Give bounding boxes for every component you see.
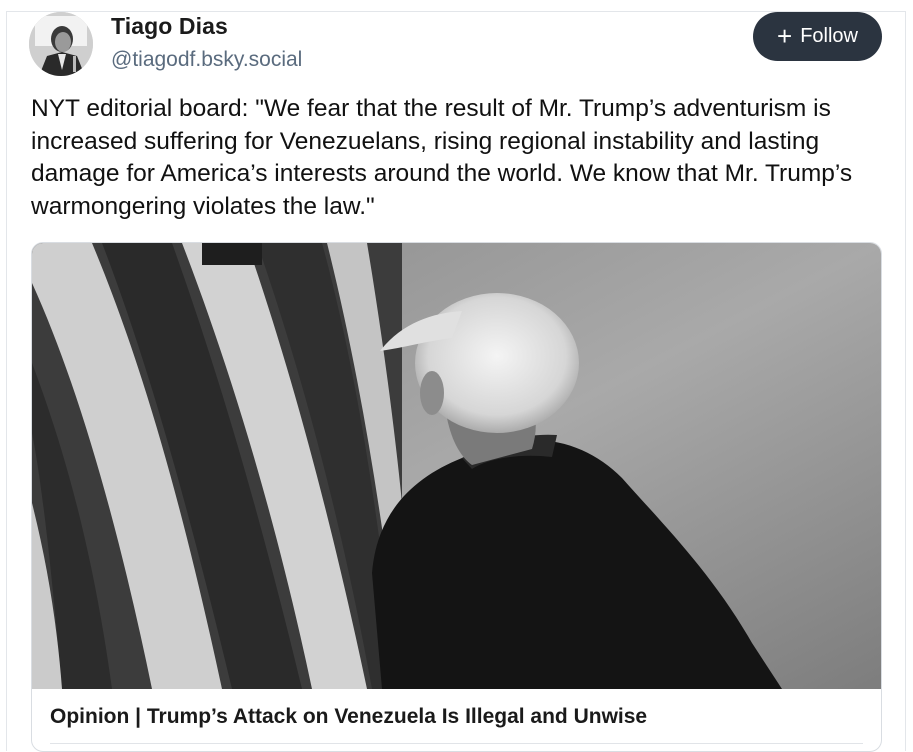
- link-embed-card[interactable]: Opinion | Trump’s Attack on Venezuela Is…: [31, 242, 882, 752]
- embed-title[interactable]: Opinion | Trump’s Attack on Venezuela Is…: [50, 705, 647, 729]
- post-text: NYT editorial board: "We fear that the r…: [31, 95, 853, 220]
- avatar[interactable]: [29, 12, 93, 76]
- follow-label: Follow: [800, 25, 858, 47]
- author-handle[interactable]: @tiagodf.bsky.social: [111, 48, 302, 72]
- avatar-image: [29, 12, 93, 76]
- plus-icon: +: [777, 20, 793, 51]
- embed-photo: [32, 243, 881, 689]
- follow-button[interactable]: + Follow: [753, 12, 882, 61]
- author-name[interactable]: Tiago Dias: [111, 13, 228, 40]
